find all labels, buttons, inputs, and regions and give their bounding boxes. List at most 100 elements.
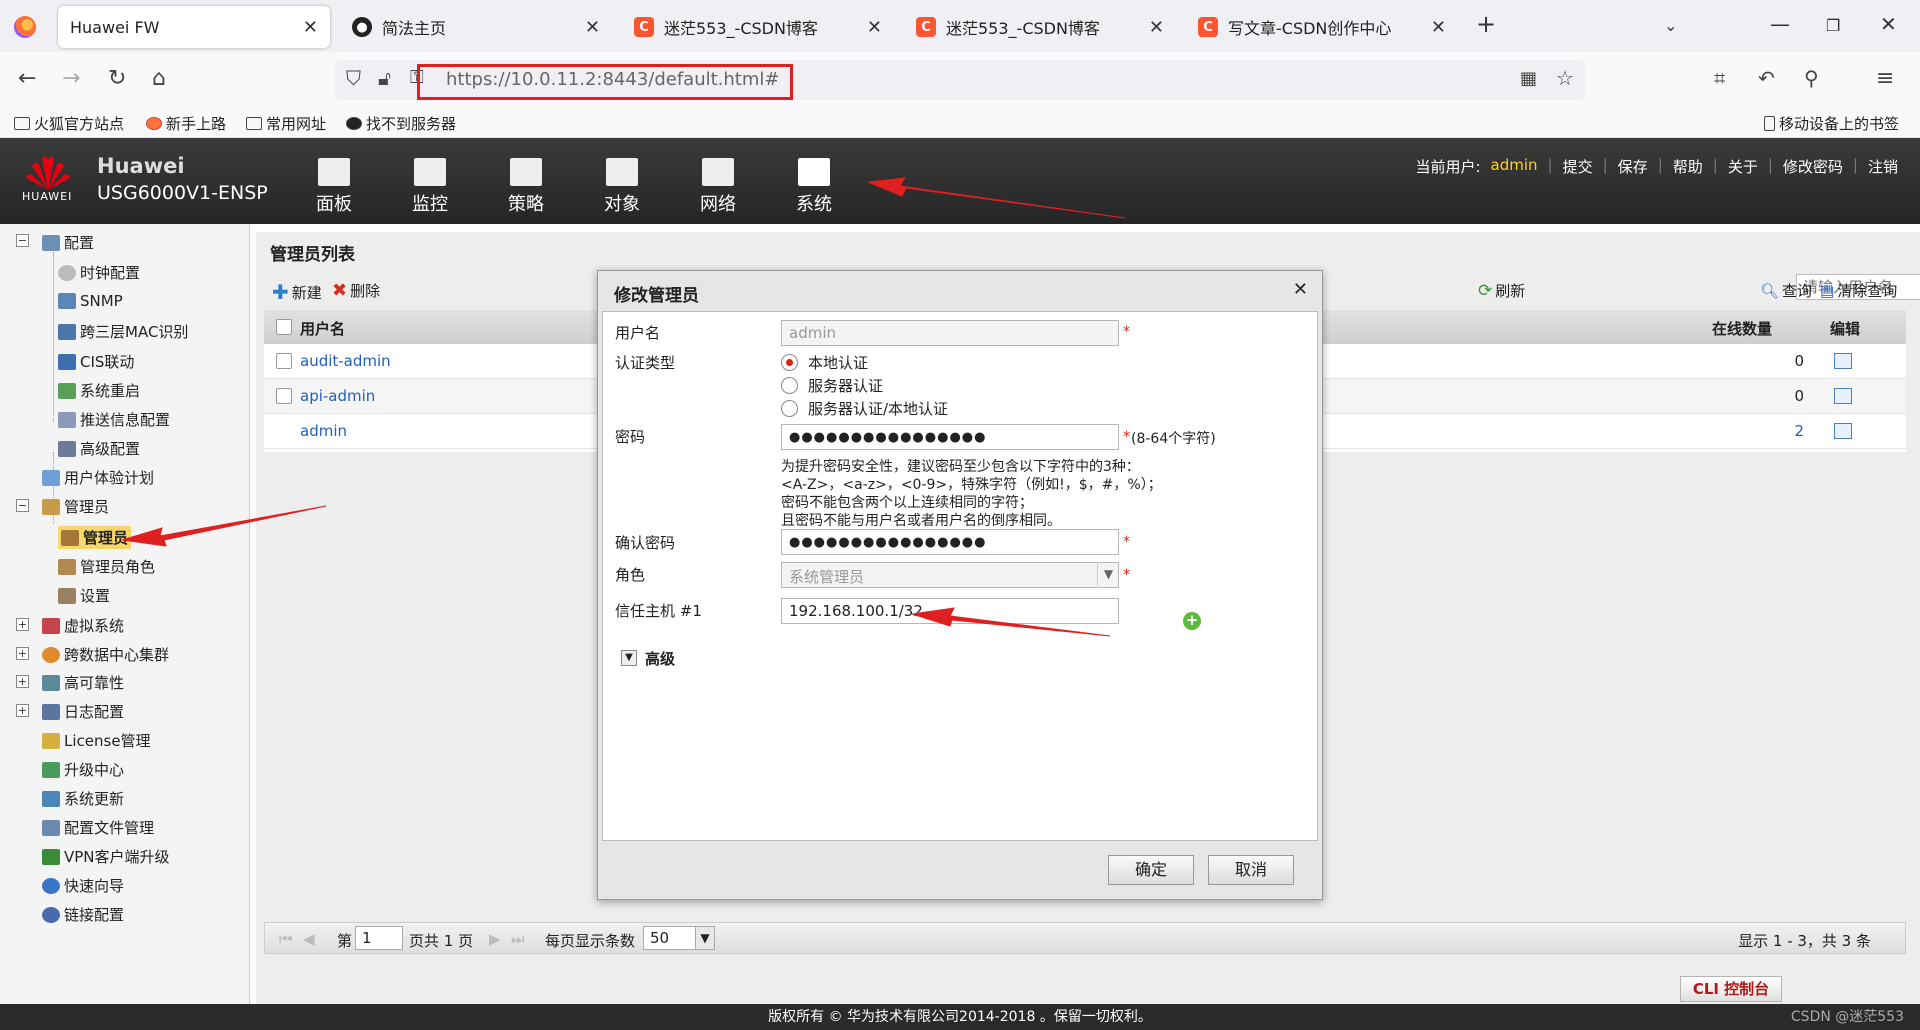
tree-item-upgrade[interactable]: 升级中心: [42, 759, 124, 780]
tree-item-dc-cluster[interactable]: 跨数据中心集群: [42, 644, 169, 665]
new-button[interactable]: ✚ 新建: [272, 280, 322, 304]
tab-jianfa[interactable]: ● 简法主页 ✕: [340, 6, 612, 48]
menu-system[interactable]: 系统: [784, 158, 844, 216]
url-text[interactable]: https://10.0.11.2:8443/default.html#: [446, 69, 779, 90]
tree-item-admin-role[interactable]: 管理员角色: [58, 556, 155, 577]
restore-icon[interactable]: ❐: [1826, 16, 1840, 35]
cli-console-button[interactable]: CLI 控制台: [1680, 976, 1782, 1002]
extensions-icon[interactable]: ⚲: [1804, 66, 1819, 90]
expand-toggle[interactable]: +: [16, 647, 29, 660]
auth-server-radio[interactable]: 服务器认证: [781, 375, 883, 396]
tree-item-quick-wizard[interactable]: 快速向导: [42, 875, 124, 896]
qr-code-icon[interactable]: ▦: [1520, 68, 1537, 89]
minimize-icon[interactable]: —: [1770, 12, 1790, 36]
page-number-input[interactable]: 1: [355, 926, 403, 950]
tab-csdn-1[interactable]: C 迷茫553_-CSDN博客 ✕: [622, 6, 894, 48]
close-tab-icon[interactable]: ✕: [303, 17, 318, 38]
next-page-icon[interactable]: ▶: [489, 930, 501, 948]
bookmark-common-sites[interactable]: 常用网址: [246, 113, 326, 134]
close-tab-icon[interactable]: ✕: [1431, 17, 1446, 38]
tree-item-push-info[interactable]: 推送信息配置: [58, 409, 170, 430]
tree-item-clock[interactable]: 时钟配置: [58, 262, 140, 283]
help-link[interactable]: 帮助: [1673, 156, 1703, 177]
expand-advanced-icon[interactable]: ▼: [621, 650, 637, 666]
menu-policy[interactable]: 策略: [496, 158, 556, 216]
col-online-count[interactable]: 在线数量: [1712, 318, 1772, 339]
bookmark-firefox-site[interactable]: 火狐官方站点: [14, 113, 124, 134]
new-tab-icon[interactable]: +: [1476, 10, 1496, 38]
cancel-button[interactable]: 取消: [1208, 855, 1294, 885]
delete-button[interactable]: ✖ 删除: [332, 280, 380, 301]
tree-item-sys-update[interactable]: 系统更新: [42, 788, 124, 809]
logout-link[interactable]: 注销: [1868, 156, 1898, 177]
tab-huawei-fw[interactable]: Huawei FW ✕: [58, 6, 330, 48]
prev-page-icon[interactable]: ◀: [303, 930, 315, 948]
menu-monitor[interactable]: 监控: [400, 158, 460, 216]
auth-server-local-radio[interactable]: 服务器认证/本地认证: [781, 398, 948, 419]
online-count[interactable]: 2: [1764, 422, 1804, 440]
close-window-icon[interactable]: ✕: [1880, 12, 1897, 36]
username-link[interactable]: api-admin: [300, 387, 375, 405]
commit-link[interactable]: 提交: [1563, 156, 1593, 177]
about-link[interactable]: 关于: [1728, 156, 1758, 177]
expand-toggle[interactable]: +: [16, 704, 29, 717]
bookmark-getting-started[interactable]: 新手上路: [146, 113, 226, 134]
close-tab-icon[interactable]: ✕: [867, 17, 882, 38]
tree-item-link-config[interactable]: 链接配置: [42, 904, 124, 925]
advanced-label[interactable]: 高级: [645, 648, 675, 669]
tree-item-log[interactable]: 日志配置: [42, 701, 124, 722]
close-icon[interactable]: ✕: [1293, 279, 1308, 300]
forward-icon[interactable]: →: [62, 66, 80, 91]
tree-item-admin-settings[interactable]: 设置: [58, 585, 110, 606]
chevron-down-icon[interactable]: ▼: [1097, 562, 1119, 588]
expand-toggle[interactable]: +: [16, 675, 29, 688]
username-link[interactable]: audit-admin: [300, 352, 391, 370]
col-username[interactable]: 用户名: [300, 318, 345, 339]
tree-item-config-file[interactable]: 配置文件管理: [42, 817, 154, 838]
tree-item-mac-identify[interactable]: 跨三层MAC识别: [58, 321, 188, 342]
tree-item-admin[interactable]: 管理员: [58, 526, 132, 549]
tab-csdn-2[interactable]: C 迷茫553_-CSDN博客 ✕: [904, 6, 1176, 48]
crop-screenshot-icon[interactable]: ⌗: [1714, 66, 1725, 90]
lock-warning-icon[interactable]: 🔓︎: [378, 66, 391, 90]
close-tab-icon[interactable]: ✕: [1149, 17, 1164, 38]
bookmark-server-not-found[interactable]: 找不到服务器: [346, 113, 456, 134]
tab-csdn-write[interactable]: C 写文章-CSDN创作中心 ✕: [1186, 6, 1458, 48]
tree-item-vpn-client[interactable]: VPN客户端升级: [42, 846, 170, 867]
undo-icon[interactable]: ↶: [1758, 66, 1775, 90]
tree-item-ux-plan[interactable]: 用户体验计划: [42, 467, 154, 488]
tree-item-config[interactable]: 配置: [42, 232, 94, 253]
edit-icon[interactable]: [1834, 423, 1852, 439]
row-checkbox[interactable]: [276, 353, 292, 369]
tab-list-chevron-icon[interactable]: ⌄: [1664, 16, 1677, 35]
tree-item-ha[interactable]: 高可靠性: [42, 672, 124, 693]
tree-item-advanced[interactable]: 高级配置: [58, 438, 140, 459]
password-field[interactable]: ●●●●●●●●●●●●●●●●: [781, 424, 1119, 450]
role-select[interactable]: 系统管理员: [781, 562, 1119, 588]
collapse-toggle[interactable]: −: [16, 499, 29, 512]
save-link[interactable]: 保存: [1618, 156, 1648, 177]
home-icon[interactable]: ⌂: [152, 66, 166, 91]
query-button[interactable]: 🔍︎ 查询: [1760, 280, 1812, 301]
trusted-host-field[interactable]: 192.168.100.1/32: [781, 598, 1119, 624]
menu-object[interactable]: 对象: [592, 158, 652, 216]
tree-item-admins[interactable]: 管理员: [42, 496, 109, 517]
expand-toggle[interactable]: +: [16, 618, 29, 631]
back-icon[interactable]: ←: [18, 66, 36, 91]
reload-icon[interactable]: ↻: [108, 66, 126, 91]
tree-item-license[interactable]: License管理: [42, 730, 151, 751]
menu-icon[interactable]: ≡: [1876, 66, 1894, 91]
last-page-icon[interactable]: ⏭: [511, 930, 525, 948]
auth-local-radio[interactable]: 本地认证: [781, 352, 868, 373]
row-checkbox[interactable]: [276, 388, 292, 404]
refresh-button[interactable]: ⟳ 刷新: [1478, 280, 1525, 301]
tracking-shield-icon[interactable]: ⛉: [346, 66, 361, 90]
add-trusted-host-icon[interactable]: +: [1183, 612, 1201, 630]
ok-button[interactable]: 确定: [1108, 855, 1194, 885]
tree-item-vsys[interactable]: 虚拟系统: [42, 615, 124, 636]
close-tab-icon[interactable]: ✕: [585, 17, 600, 38]
first-page-icon[interactable]: ⏮: [279, 930, 293, 948]
firefox-icon[interactable]: [14, 16, 36, 38]
change-password-link[interactable]: 修改密码: [1783, 156, 1843, 177]
tree-item-restart[interactable]: 系统重启: [58, 380, 140, 401]
